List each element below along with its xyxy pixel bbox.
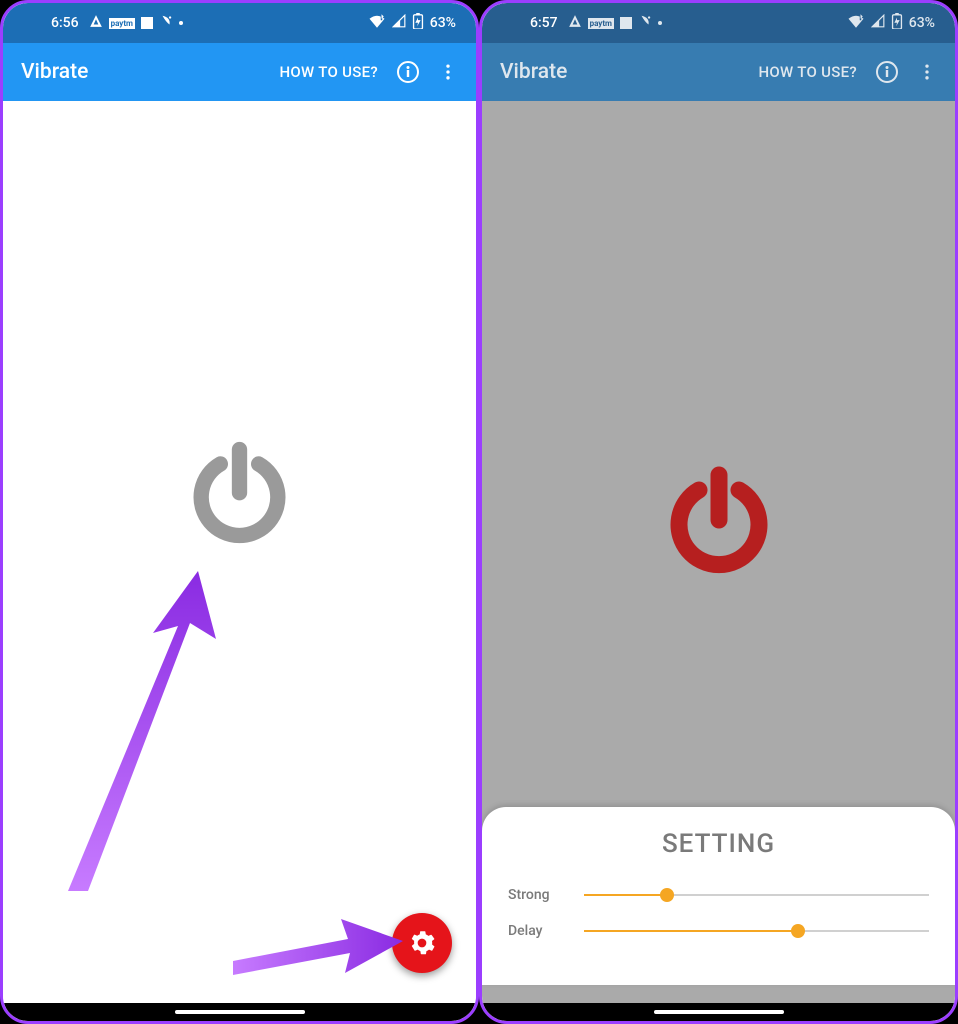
app-title: Vibrate [500, 60, 748, 84]
wifi-icon [368, 14, 386, 32]
nav-bar [3, 1003, 476, 1021]
sheet-title: SETTING [508, 829, 929, 859]
status-bar: 6:56 paytm [3, 3, 476, 43]
status-app-icon [620, 17, 632, 29]
battery-percent: 63% [909, 15, 935, 31]
main-content [3, 101, 476, 1003]
battery-percent: 63% [430, 15, 456, 31]
battery-icon [412, 13, 424, 33]
status-app-icon [89, 14, 103, 32]
battery-icon [891, 13, 903, 33]
status-dot-icon [658, 21, 662, 25]
main-content: SETTING Strong Delay [482, 101, 955, 1003]
annotation-arrow [233, 911, 403, 981]
strong-slider[interactable] [584, 885, 929, 905]
slider-row-delay: Delay [508, 921, 929, 941]
status-app-icon [159, 14, 173, 32]
signal-icon [392, 14, 406, 32]
more-icon[interactable] [907, 52, 947, 92]
status-time: 6:57 [530, 15, 558, 31]
nav-handle[interactable] [175, 1010, 305, 1014]
slider-label: Strong [508, 887, 568, 903]
wifi-icon [847, 14, 865, 32]
slider-label: Delay [508, 923, 568, 939]
how-to-use-button[interactable]: HOW TO USE? [748, 55, 867, 89]
nav-bar [482, 1003, 955, 1021]
phone-screenshot-left: 6:56 paytm [0, 0, 479, 1024]
power-button[interactable] [659, 465, 779, 585]
status-app-icon: paytm [588, 18, 614, 29]
status-dot-icon [179, 21, 183, 25]
status-app-icon [141, 17, 153, 29]
status-app-icon [638, 14, 652, 32]
signal-icon [871, 14, 885, 32]
settings-fab[interactable] [392, 913, 452, 973]
power-button[interactable] [180, 438, 300, 558]
slider-row-strong: Strong [508, 885, 929, 905]
app-bar: Vibrate HOW TO USE? [3, 43, 476, 101]
delay-slider[interactable] [584, 921, 929, 941]
how-to-use-button[interactable]: HOW TO USE? [269, 55, 388, 89]
status-time: 6:56 [51, 15, 79, 31]
info-icon[interactable] [388, 52, 428, 92]
nav-handle[interactable] [654, 1010, 784, 1014]
info-icon[interactable] [867, 52, 907, 92]
status-app-icon [568, 14, 582, 32]
annotation-arrow [48, 571, 228, 891]
status-app-icon: paytm [109, 18, 135, 29]
more-icon[interactable] [428, 52, 468, 92]
settings-sheet: SETTING Strong Delay [482, 807, 955, 985]
app-title: Vibrate [21, 60, 269, 84]
gear-icon [409, 930, 435, 956]
phone-screenshot-right: 6:57 paytm [479, 0, 958, 1024]
status-bar: 6:57 paytm [482, 3, 955, 43]
app-bar: Vibrate HOW TO USE? [482, 43, 955, 101]
